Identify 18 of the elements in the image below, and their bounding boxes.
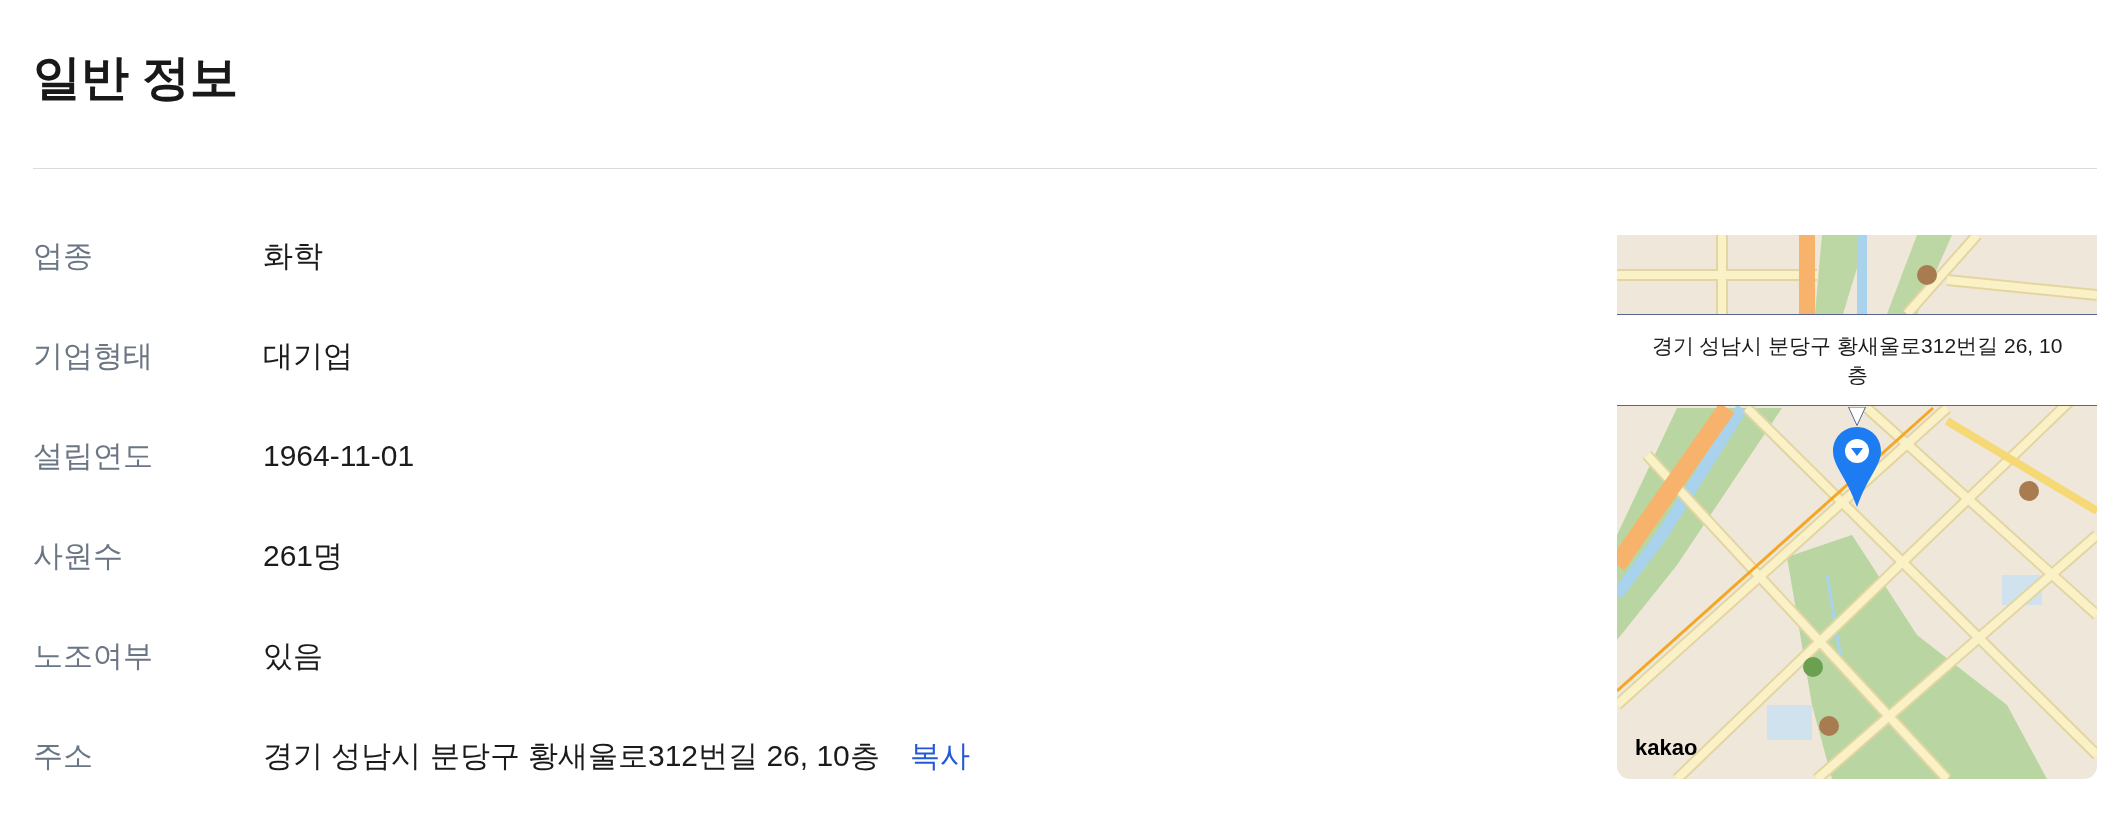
field-value: 1964-11-01: [263, 438, 415, 474]
field-label: 업종: [33, 239, 93, 272]
field-value: 있음: [263, 638, 323, 674]
field-label: 기업형태: [33, 339, 153, 372]
copy-link[interactable]: 복사: [909, 736, 970, 776]
field-label: 설립연도: [33, 439, 153, 472]
field-label: 노조여부: [33, 639, 153, 672]
field-value: 대기업: [263, 338, 353, 374]
field-label: 주소: [33, 739, 93, 772]
field-label: 사원수: [33, 539, 123, 572]
map-info-window: 경기 성남시 분당구 황새울로312번길 26, 10 층: [1617, 314, 2097, 406]
section-title: 일반 정보: [33, 50, 239, 106]
field-value: 경기 성남시 분당구 황새울로312번길 26, 10층: [263, 738, 880, 774]
field-value: 화학: [263, 238, 323, 274]
field-value: 261명: [263, 538, 344, 574]
map-logo[interactable]: kakao: [1635, 735, 1698, 761]
map-pin-icon: [1832, 426, 1882, 508]
pointer-tail-icon: [1848, 407, 1866, 426]
